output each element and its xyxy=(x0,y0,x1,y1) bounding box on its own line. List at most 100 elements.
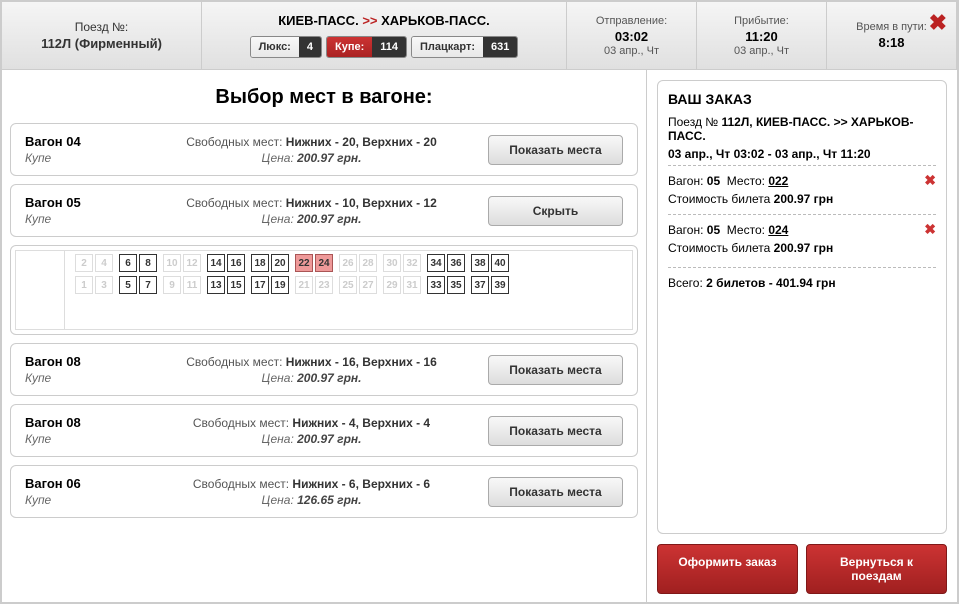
submit-order-button[interactable]: Оформить заказ xyxy=(657,544,798,594)
seat[interactable]: 40 xyxy=(491,254,509,272)
seat: 4 xyxy=(95,254,113,272)
ticket-item: ✖Вагон: 05 Место: 024Стоимость билета 20… xyxy=(668,214,936,263)
order-box: ВАШ ЗАКАЗ Поезд № 112Л, КИЕВ-ПАСС. >> ХА… xyxy=(657,80,947,534)
seat: 28 xyxy=(359,254,377,272)
order-total: Всего: 2 билетов - 401.94 грн xyxy=(668,267,936,290)
duration-value: 8:18 xyxy=(839,35,944,50)
wagon-free: Свободных мест: Нижних - 10, Верхних - 1… xyxy=(135,196,488,226)
order-actions: Оформить заказ Вернуться к поездам xyxy=(657,544,947,594)
wagon-button-wrap: Скрыть xyxy=(488,196,623,226)
route-separator: >> xyxy=(362,13,377,28)
departure-col: Отправление: 03:02 03 апр., Чт xyxy=(567,2,697,69)
seat: 3 xyxy=(95,276,113,294)
seat[interactable]: 20 xyxy=(271,254,289,272)
wagon-button-wrap: Показать места xyxy=(488,416,623,446)
car-type-tab[interactable]: Купе:114 xyxy=(326,36,407,58)
car-type-tabs: Люкс:4Купе:114Плацкарт:631 xyxy=(214,36,554,58)
seat: 29 xyxy=(383,276,401,294)
seat[interactable]: 35 xyxy=(447,276,465,294)
route-col: КИЕВ-ПАСС. >> ХАРЬКОВ-ПАСС. Люкс:4Купе:1… xyxy=(202,2,567,69)
seat: 26 xyxy=(339,254,357,272)
departure-time: 03:02 xyxy=(579,29,684,44)
toggle-seats-button[interactable]: Показать места xyxy=(488,416,623,446)
arrival-col: Прибытие: 11:20 03 апр., Чт xyxy=(697,2,827,69)
wagon-type: Купе xyxy=(25,212,135,226)
seat[interactable]: 6 xyxy=(119,254,137,272)
wagon-name: Вагон 04 xyxy=(25,134,135,149)
seat[interactable]: 14 xyxy=(207,254,225,272)
wagon-row: Вагон 04 КупеСвободных мест: Нижних - 20,… xyxy=(10,123,638,176)
booking-dialog: Поезд №: 112Л (Фирменный) КИЕВ-ПАСС. >> … xyxy=(0,0,959,604)
seat[interactable]: 17 xyxy=(251,276,269,294)
seat: 31 xyxy=(403,276,421,294)
seat[interactable]: 22 xyxy=(295,254,313,272)
seat: 32 xyxy=(403,254,421,272)
order-date-line: 03 апр., Чт 03:02 - 03 апр., Чт 11:20 xyxy=(668,147,936,161)
seat[interactable]: 38 xyxy=(471,254,489,272)
wagon-type: Купе xyxy=(25,493,135,507)
seat: 27 xyxy=(359,276,377,294)
seat[interactable]: 8 xyxy=(139,254,157,272)
wagon-name: Вагон 08 xyxy=(25,354,135,369)
arrival-date: 03 апр., Чт xyxy=(709,45,814,57)
toggle-seats-button[interactable]: Показать места xyxy=(488,355,623,385)
seat[interactable]: 13 xyxy=(207,276,225,294)
delete-ticket-icon[interactable]: ✖ xyxy=(924,172,936,189)
seat: 1 xyxy=(75,276,93,294)
seat: 11 xyxy=(183,276,201,294)
seat[interactable]: 39 xyxy=(491,276,509,294)
from-city: КИЕВ-ПАСС. xyxy=(278,13,358,28)
seat[interactable]: 24 xyxy=(315,254,333,272)
departure-date: 03 апр., Чт xyxy=(579,45,684,57)
toggle-seats-button[interactable]: Показать места xyxy=(488,477,623,507)
wagon-type: Купе xyxy=(25,371,135,385)
wagon-info: Вагон 05 Купе xyxy=(25,195,135,226)
order-sidebar: ВАШ ЗАКАЗ Поезд № 112Л, КИЕВ-ПАСС. >> ХА… xyxy=(647,70,957,604)
wagon-type: Купе xyxy=(25,432,135,446)
seat[interactable]: 7 xyxy=(139,276,157,294)
toggle-seats-button[interactable]: Скрыть xyxy=(488,196,623,226)
car-type-tab[interactable]: Люкс:4 xyxy=(250,36,322,58)
seat[interactable]: 16 xyxy=(227,254,245,272)
wagon-free: Свободных мест: Нижних - 4, Верхних - 4Ц… xyxy=(135,416,488,446)
seat[interactable]: 33 xyxy=(427,276,445,294)
seat[interactable]: 18 xyxy=(251,254,269,272)
order-title: ВАШ ЗАКАЗ xyxy=(668,91,936,107)
wagon-row: Вагон 08КупеСвободных мест: Нижних - 4, … xyxy=(10,404,638,457)
seat: 12 xyxy=(183,254,201,272)
wagon-type: Купе xyxy=(25,151,135,165)
close-icon[interactable]: ✖ xyxy=(929,12,947,34)
toggle-seats-button[interactable]: Показать места xyxy=(488,135,623,165)
wagon-name: Вагон 05 xyxy=(25,195,135,210)
wagon-info: Вагон 06Купе xyxy=(25,476,135,507)
wagon-row: Вагон 05 КупеСвободных мест: Нижних - 10,… xyxy=(10,184,638,237)
seat[interactable]: 34 xyxy=(427,254,445,272)
to-city: ХАРЬКОВ-ПАСС. xyxy=(381,13,490,28)
delete-ticket-icon[interactable]: ✖ xyxy=(924,221,936,238)
seat: 10 xyxy=(163,254,181,272)
wagon-free: Свободных мест: Нижних - 20, Верхних - 2… xyxy=(135,135,488,165)
back-to-trains-button[interactable]: Вернуться к поездам xyxy=(806,544,947,594)
seat[interactable]: 36 xyxy=(447,254,465,272)
wagon-free: Свободных мест: Нижних - 6, Верхних - 6Ц… xyxy=(135,477,488,507)
wagon-free: Свободных мест: Нижних - 16, Верхних - 1… xyxy=(135,355,488,385)
seat[interactable]: 15 xyxy=(227,276,245,294)
seat: 23 xyxy=(315,276,333,294)
wagon-info: Вагон 08Купе xyxy=(25,415,135,446)
seat: 21 xyxy=(295,276,313,294)
car-type-tab[interactable]: Плацкарт:631 xyxy=(411,36,518,58)
wagon-list: Вагон 04КупеСвободных мест: Нижних - 20,… xyxy=(10,123,638,518)
seat[interactable]: 19 xyxy=(271,276,289,294)
order-train-line: Поезд № 112Л, КИЕВ-ПАСС. >> ХАРЬКОВ-ПАСС… xyxy=(668,115,936,143)
seat: 2 xyxy=(75,254,93,272)
route-cities: КИЕВ-ПАСС. >> ХАРЬКОВ-ПАСС. xyxy=(214,13,554,28)
train-col: Поезд №: 112Л (Фирменный) xyxy=(2,2,202,69)
seat[interactable]: 37 xyxy=(471,276,489,294)
seat: 9 xyxy=(163,276,181,294)
train-number: 112Л (Фирменный) xyxy=(14,36,189,51)
seat-selection-area[interactable]: Выбор мест в вагоне: Вагон 04КупеСвободн… xyxy=(2,70,647,604)
dialog-body: Выбор мест в вагоне: Вагон 04КупеСвободн… xyxy=(2,70,957,604)
seat[interactable]: 5 xyxy=(119,276,137,294)
arrival-label: Прибытие: xyxy=(709,15,814,27)
wagon-info: Вагон 04 Купе xyxy=(25,134,135,165)
